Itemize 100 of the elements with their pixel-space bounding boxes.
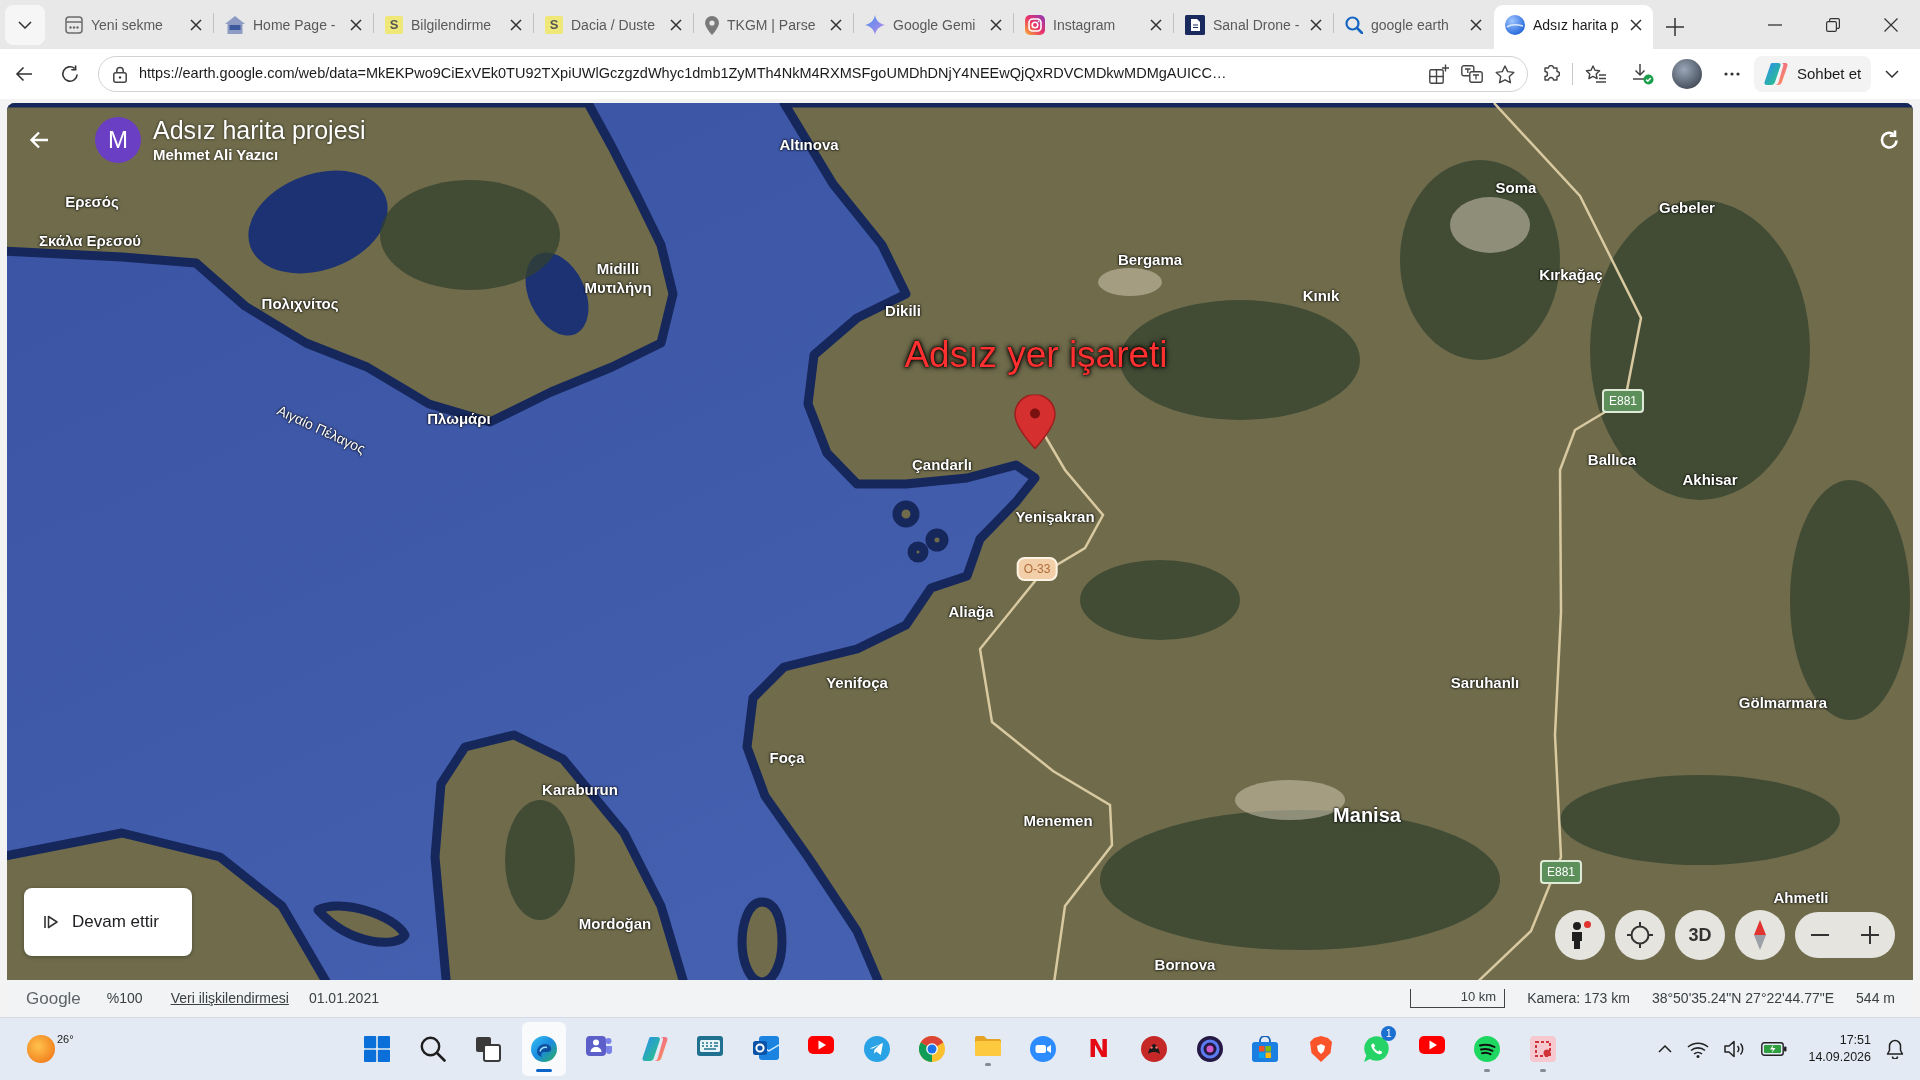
reload-icon[interactable] [61,65,79,83]
clock-time[interactable]: 17:51 [1839,1032,1871,1049]
close-icon[interactable] [1310,19,1322,31]
globe-icon [1505,15,1525,35]
app-add-icon[interactable] [1429,64,1449,84]
minimize-icon[interactable] [1768,23,1782,26]
keyboard-icon [697,1036,724,1056]
browser-tab[interactable]: S Bilgilendirme [374,5,533,49]
place-label: Πολιχνίτος [261,295,339,313]
play-icon [1418,1036,1445,1054]
browser-tab[interactable]: Adsız harita p [1494,5,1653,49]
close-icon[interactable] [670,19,682,31]
place-label: Akhisar [1682,471,1738,489]
snip-icon [1529,1036,1556,1062]
taskbar-button[interactable]: 1 [1354,1022,1399,1076]
site-info-icon[interactable] [113,65,127,83]
person-icon [1569,921,1591,949]
browser-tab[interactable]: Home Page - [214,5,373,49]
zoom-in-icon[interactable] [1861,926,1879,944]
place-label: Karaburun [542,781,618,799]
close-icon[interactable] [830,19,842,31]
bell-icon[interactable] [1886,1039,1904,1059]
battery-icon[interactable] [1761,1042,1788,1056]
place-label: Ερεσός [65,193,119,211]
download-icon[interactable] [1632,63,1654,85]
place-label: Midilli [596,260,640,278]
shield-icon [1307,1036,1334,1062]
disc-logo-icon [1196,1036,1223,1062]
tab-actions-button[interactable] [5,5,45,45]
browser-tab[interactable]: S Dacia / Duste [534,5,693,49]
caret-up-icon[interactable] [1658,1045,1673,1053]
video-camera-icon [1030,1036,1057,1062]
place-label: Ballıca [1587,451,1637,469]
translate-icon[interactable] [1461,65,1483,83]
back-icon[interactable] [15,66,33,82]
step-play-icon [44,915,58,929]
resume-button[interactable]: Devam ettir [24,888,192,956]
restore-icon[interactable] [1826,17,1840,32]
document-icon [1185,15,1205,35]
place-label: Yenişakran [1015,508,1095,526]
emblem-icon [1141,1036,1168,1062]
browser-tab[interactable]: Sanal Drone - [1174,5,1333,49]
place-label: Μυτιλήνη [584,279,652,297]
favicon-letter: S [545,16,563,34]
favorite-star-icon[interactable] [1495,64,1515,84]
chat-button[interactable]: Sohbet et [1754,56,1872,92]
new-tab-icon[interactable] [1666,18,1684,36]
task-view-icon [475,1036,502,1062]
location-pin-icon [705,15,719,35]
place-label: Σκάλα Ερεσού [38,232,142,250]
place-label: Saruhanlı [1450,674,1520,692]
chevron-down-icon[interactable] [1885,70,1900,78]
favorites-icon[interactable] [1585,65,1607,83]
map-scale: 10 km [1410,989,1506,1008]
logo-text: Google [26,987,81,1010]
folder-icon [974,1036,1001,1056]
close-icon[interactable] [1884,17,1898,32]
close-icon[interactable] [350,19,362,31]
more-icon[interactable] [1724,72,1740,76]
browser-tab[interactable]: Google Gemi [854,5,1013,49]
search-icon [1345,16,1363,34]
favicon-letter: S [385,16,403,34]
browser-tab[interactable]: TKGM | Parse [694,5,853,49]
taskbar-button[interactable]: N [1076,1022,1121,1076]
close-icon[interactable] [1630,19,1642,31]
place-label: Πλωμάρι [427,410,491,428]
refresh-icon[interactable] [1879,130,1899,150]
place-label: Soma [1495,179,1537,197]
project-title: Adsız harita projesi [153,115,366,145]
close-icon[interactable] [190,19,202,31]
place-label: Gölmarmara [1738,694,1828,712]
close-icon[interactable] [990,19,1002,31]
profile-photo[interactable] [1672,59,1702,89]
phone-bubble-icon [1363,1036,1390,1062]
place-label: Menemen [1023,812,1093,830]
sound-arcs-icon [1474,1036,1501,1062]
road-sign: E881 [1602,389,1644,413]
start-icon [364,1036,391,1062]
browser-tab[interactable]: Yeni sekme [54,5,213,49]
map-pin-icon[interactable] [1014,394,1056,450]
wifi-icon[interactable] [1687,1040,1710,1058]
window-dots-icon [65,16,83,34]
browser-tab[interactable]: Instagram [1014,5,1173,49]
close-icon[interactable] [1150,19,1162,31]
close-icon[interactable] [510,19,522,31]
close-icon[interactable] [1470,19,1482,31]
imagery-date: 01.01.2021 [308,989,379,1008]
place-label: Altınova [779,136,839,154]
puzzle-icon[interactable] [1542,65,1560,83]
taskbar-button[interactable] [521,1022,566,1076]
project-owner: Mehmet Ali Yazıcı [153,145,280,165]
place-label: Kınık [1302,287,1340,305]
notification-badge: 1 [1381,1026,1397,1041]
address-field[interactable]: https://earth.google.com/web/data=MkEKPwo9CiExVEk0TU92TXpiUWlGczgzdWhyc1dmb1ZyMTh4NkM4RXMSFgoUMDhDNjY4NEEwQjQxRDVCMDkwMDMgAUICC… [98,56,1528,92]
attribution-link[interactable]: Veri ilişkilendirmesi [170,988,289,1009]
place-label: Aliağa [948,603,994,621]
clock-date[interactable]: 14.09.2026 [1808,1049,1871,1066]
place-label: Mordoğan [578,915,652,933]
camera-altitude: Kamera: 173 km [1527,989,1630,1008]
browser-tab[interactable]: google earth [1334,5,1493,49]
